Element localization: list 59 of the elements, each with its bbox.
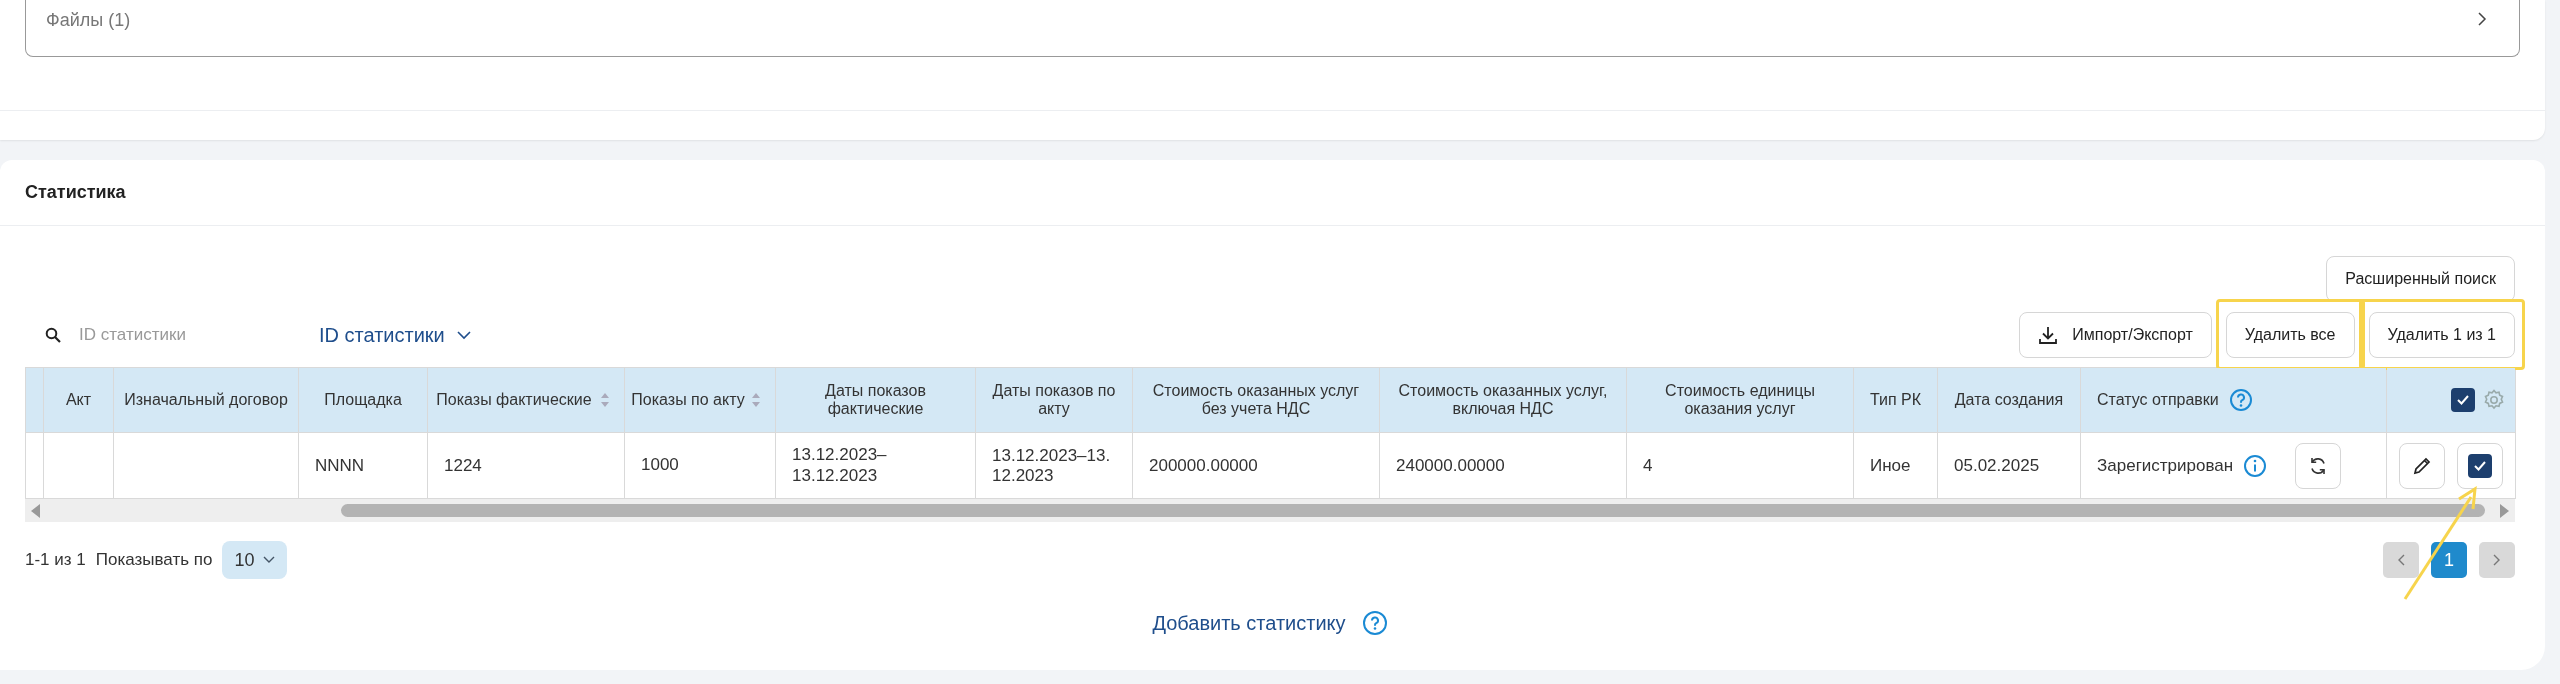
search-icon — [45, 327, 61, 343]
scroll-left-icon — [31, 503, 41, 518]
settings-icon — [2483, 389, 2505, 411]
checkbox[interactable] — [2468, 453, 2492, 478]
column-header: Изначальный договор — [113, 367, 299, 433]
delete-button[interactable]: Удалить все — [2225, 312, 2355, 358]
table-cell: Иное — [1853, 432, 1938, 499]
refresh-button[interactable] — [2295, 442, 2342, 489]
field-label: Файлы (1) — [46, 10, 131, 31]
column-header: Статус отправки — [2080, 367, 2387, 433]
chevron-down-icon — [262, 556, 275, 564]
info-icon — [2243, 453, 2268, 478]
table-cell: 4 — [1626, 432, 1854, 499]
table-cell: 240000.00000 — [1379, 432, 1627, 499]
delete-button[interactable]: Удалить 1 из 1 — [2368, 312, 2515, 358]
column-header: Тип РК — [1853, 367, 1938, 433]
column-header: Акт — [43, 367, 114, 433]
column-header: Площадка — [298, 367, 428, 433]
check-icon — [2457, 395, 2469, 405]
column-header: Даты показов по акту — [975, 367, 1133, 433]
table-cell: 13.12.2023–13.12.2023 — [975, 432, 1133, 499]
help-icon — [2228, 388, 2253, 412]
advanced-search-button[interactable]: Расширенный поиск — [2326, 256, 2515, 302]
help-icon — [1361, 610, 1388, 636]
table-cell: 1000 — [624, 432, 776, 499]
chevron-left-icon — [2397, 554, 2405, 566]
column-header[interactable]: Показы фактические — [427, 367, 625, 433]
check-icon — [2474, 460, 2486, 471]
status-text: Зарегистрирован — [2097, 455, 2234, 476]
chevron-down-icon — [456, 330, 471, 340]
add-statistics-link[interactable]: Добавить статистику — [1152, 611, 1346, 635]
checkbox[interactable] — [2451, 388, 2475, 412]
column-header: Стоимость оказанных услуг, включая НДС — [1379, 367, 1627, 433]
search-field[interactable]: ID статистики — [77, 324, 241, 346]
table-cell: 200000.00000 — [1132, 432, 1380, 499]
column-header: Стоимость оказанных услуг без учета НДС — [1132, 367, 1380, 433]
column-header: Стоимость единицы оказания услуг — [1626, 367, 1854, 433]
column-header[interactable]: Показы по акту — [624, 367, 776, 433]
table-cell: 05.02.2025 — [1937, 432, 2081, 499]
page-size-label: Показывать по — [95, 550, 213, 570]
pencil-icon — [2412, 455, 2432, 476]
import-export-button[interactable]: Импорт/Экспорт — [2019, 312, 2212, 358]
files-field[interactable]: Файлы (1) — [25, 0, 2520, 57]
page-button[interactable]: 1 — [2431, 542, 2467, 578]
page-range: 1-1 из 1 — [25, 550, 86, 570]
table-cell: 1224 — [427, 432, 625, 499]
download-icon — [2038, 325, 2059, 345]
horizontal-scrollbar[interactable] — [25, 499, 2515, 522]
chevron-right-icon — [2493, 554, 2501, 566]
column-header: Дата создания — [1937, 367, 2081, 433]
column-header: Даты показов фактические — [775, 367, 976, 433]
table-cell: NNNN — [298, 432, 428, 499]
page-size-dropdown[interactable]: 10 — [222, 541, 287, 579]
search-by-dropdown[interactable]: ID статистики — [319, 323, 471, 347]
section-title: Статистика — [25, 182, 126, 203]
chevron-right-icon — [2477, 12, 2487, 26]
table-cell: 13.12.2023–13.12.2023 — [775, 432, 976, 499]
scroll-right-icon — [2499, 503, 2509, 518]
edit-button[interactable] — [2399, 442, 2445, 489]
